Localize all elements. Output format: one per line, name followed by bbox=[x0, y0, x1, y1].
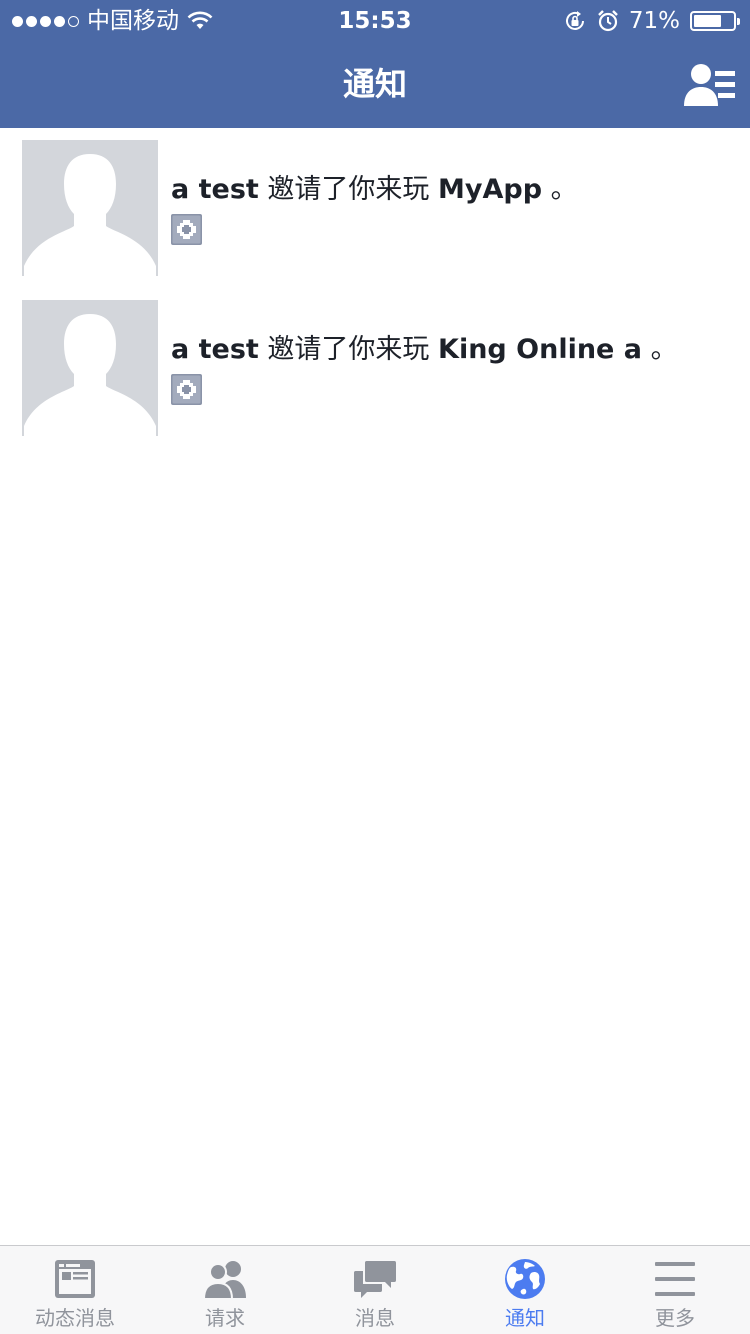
notification-action: 邀请了你来玩 bbox=[267, 334, 430, 365]
news-feed-icon bbox=[55, 1260, 95, 1298]
tab-label: 更多 bbox=[655, 1306, 695, 1330]
battery-icon bbox=[690, 11, 740, 31]
notification-end: 。 bbox=[550, 174, 578, 205]
tab-more[interactable]: 更多 bbox=[600, 1246, 750, 1334]
notification-item[interactable]: a test 邀请了你来玩 MyApp 。 bbox=[0, 128, 750, 288]
battery-percent: 71% bbox=[628, 8, 680, 34]
tab-label: 消息 bbox=[355, 1306, 395, 1330]
notification-end: 。 bbox=[650, 334, 678, 365]
app-icon bbox=[171, 374, 202, 405]
notification-app-name[interactable]: King Online a bbox=[438, 334, 642, 365]
app-icon bbox=[171, 214, 202, 245]
notification-actor[interactable]: a test bbox=[171, 334, 259, 365]
tab-bar: 动态消息 请求 消息 通知 更多 bbox=[0, 1245, 750, 1334]
friend-requests-icon bbox=[203, 1261, 246, 1300]
orientation-lock-icon bbox=[565, 11, 584, 30]
status-right: 71% bbox=[563, 6, 740, 36]
default-avatar-icon bbox=[22, 300, 158, 436]
friends-list-icon bbox=[684, 64, 735, 106]
tab-label: 请求 bbox=[205, 1306, 245, 1330]
notification-app-name[interactable]: MyApp bbox=[438, 174, 542, 205]
top-bar: 中国移动 15:53 71% 通知 bbox=[0, 0, 750, 128]
tab-news-feed[interactable]: 动态消息 bbox=[0, 1246, 150, 1334]
messages-icon bbox=[354, 1261, 396, 1298]
status-bar: 中国移动 15:53 71% bbox=[0, 0, 750, 40]
page-title: 通知 bbox=[342, 65, 407, 103]
tab-messages[interactable]: 消息 bbox=[300, 1246, 450, 1334]
alarm-icon bbox=[598, 10, 618, 32]
menu-icon bbox=[655, 1262, 695, 1296]
default-avatar-icon bbox=[22, 140, 158, 276]
avatar[interactable] bbox=[22, 140, 158, 276]
tab-label: 通知 bbox=[505, 1306, 545, 1330]
notification-text: a test 邀请了你来玩 King Online a 。 bbox=[171, 332, 678, 368]
friends-list-button[interactable] bbox=[684, 62, 736, 108]
tab-requests[interactable]: 请求 bbox=[150, 1246, 300, 1334]
notification-action: 邀请了你来玩 bbox=[267, 174, 430, 205]
battery-fill bbox=[694, 15, 721, 27]
globe-icon bbox=[505, 1259, 545, 1299]
tab-notifications[interactable]: 通知 bbox=[450, 1246, 600, 1334]
notification-text: a test 邀请了你来玩 MyApp 。 bbox=[171, 172, 578, 208]
avatar[interactable] bbox=[22, 300, 158, 436]
notification-item[interactable]: a test 邀请了你来玩 King Online a 。 bbox=[0, 288, 750, 448]
notification-actor[interactable]: a test bbox=[171, 174, 259, 205]
tab-label: 动态消息 bbox=[35, 1306, 115, 1330]
